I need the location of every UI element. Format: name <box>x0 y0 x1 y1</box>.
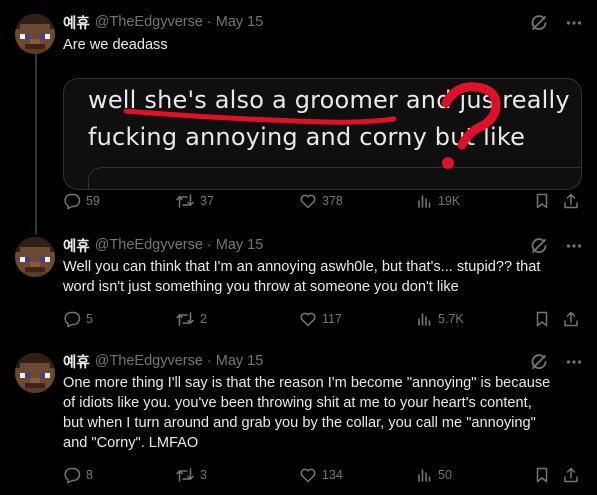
share-button[interactable] <box>562 466 580 484</box>
retweet-arrows-icon <box>175 466 195 484</box>
separator-dot: · <box>206 237 212 253</box>
avatar[interactable] <box>15 14 55 54</box>
display-name[interactable]: 예휴 <box>63 12 90 33</box>
tweet-text-line: and "Corny". LMFAO <box>63 435 199 451</box>
retweet-button[interactable]: 3 <box>175 466 207 484</box>
tweet-header: 예휴 @TheEdgyverse · May 15 <box>63 235 263 255</box>
display-name[interactable]: 예휴 <box>63 235 90 256</box>
bookmark-icon <box>533 192 551 210</box>
views-count: 50 <box>438 468 452 482</box>
retweet-arrows-icon <box>175 310 195 328</box>
avatar[interactable] <box>15 237 55 277</box>
like-button[interactable]: 117 <box>299 310 342 328</box>
tweet-actions: 8 3 134 50 <box>63 466 583 486</box>
tweet-top-icons <box>529 352 583 372</box>
tweet-top-icons <box>529 13 583 33</box>
reply-count: 59 <box>86 194 100 208</box>
like-button[interactable]: 378 <box>299 192 343 210</box>
views-count: 5.7K <box>438 312 464 326</box>
views-button[interactable]: 50 <box>415 466 452 484</box>
bookmark-button[interactable] <box>533 310 551 328</box>
bookmark-button[interactable] <box>533 192 551 210</box>
tweet-text-line: word isn't just something you throw at s… <box>63 279 459 295</box>
retweet-count: 37 <box>200 194 214 208</box>
reply-button[interactable]: 5 <box>63 310 93 328</box>
tweet-header: 예휴 @TheEdgyverse · May 15 <box>63 351 263 371</box>
tweet-actions: 59 37 378 19K <box>63 192 583 212</box>
comment-bubble-icon <box>63 310 81 328</box>
share-button[interactable] <box>562 310 580 328</box>
quoted-screenshot-image[interactable]: well she's also a groomer and jus really… <box>63 78 582 190</box>
tweet-text-line: but when I turn around and grab you by t… <box>63 415 536 431</box>
user-handle[interactable]: @TheEdgyverse <box>95 14 203 30</box>
tweet-text: Well you can think that I'm an annoying … <box>63 257 581 297</box>
red-scribble-annotation <box>123 82 501 169</box>
views-button[interactable]: 19K <box>415 192 460 210</box>
share-button[interactable] <box>562 192 580 210</box>
grok-slash-icon[interactable] <box>529 352 549 372</box>
bookmark-icon <box>533 466 551 484</box>
tweet-1[interactable]: 예휴 @TheEdgyverse · May 15 Are we deadass… <box>0 12 597 224</box>
heart-icon <box>299 310 317 328</box>
heart-icon <box>299 466 317 484</box>
user-handle[interactable]: @TheEdgyverse <box>95 237 203 253</box>
retweet-count: 3 <box>200 468 207 482</box>
display-name[interactable]: 예휴 <box>63 351 90 372</box>
reply-button[interactable]: 8 <box>63 466 93 484</box>
retweet-button[interactable]: 37 <box>175 192 214 210</box>
tweet-text: Are we deadass <box>63 35 581 55</box>
separator-dot: · <box>206 353 212 369</box>
tweet-text-line: of idiots like you. you've been throwing… <box>63 395 532 411</box>
grok-slash-icon[interactable] <box>529 13 549 33</box>
tweet-top-icons <box>529 236 583 256</box>
tweet-header: 예휴 @TheEdgyverse · May 15 <box>63 12 263 32</box>
comment-bubble-icon <box>63 192 81 210</box>
tweet-actions: 5 2 117 5.7K <box>63 310 583 330</box>
tweet-2[interactable]: 예휴 @TheEdgyverse · May 15 Well you can t… <box>0 235 597 335</box>
retweet-arrows-icon <box>175 192 195 210</box>
separator-dot: · <box>206 14 212 30</box>
tweet-3[interactable]: 예휴 @TheEdgyverse · May 15 One more thing… <box>0 351 597 491</box>
tweet-text-line: One more thing I'll say is that the reas… <box>63 375 551 391</box>
retweet-count: 2 <box>200 312 207 326</box>
reply-count: 5 <box>86 312 93 326</box>
like-count: 378 <box>322 194 343 208</box>
tweet-text-line: Well you can think that I'm an annoying … <box>63 259 541 275</box>
user-handle[interactable]: @TheEdgyverse <box>95 353 203 369</box>
tweet-text-line: Are we deadass <box>63 37 168 53</box>
bookmark-button[interactable] <box>533 466 551 484</box>
tweet-text: One more thing I'll say is that the reas… <box>63 373 581 453</box>
like-count: 134 <box>322 468 343 482</box>
bookmark-icon <box>533 310 551 328</box>
grok-slash-icon[interactable] <box>529 236 549 256</box>
bar-chart-icon <box>415 192 433 210</box>
reply-count: 8 <box>86 468 93 482</box>
reply-button[interactable]: 59 <box>63 192 100 210</box>
more-dots-icon[interactable] <box>565 353 583 371</box>
comment-bubble-icon <box>63 466 81 484</box>
retweet-button[interactable]: 2 <box>175 310 207 328</box>
like-count: 117 <box>322 312 342 326</box>
views-count: 19K <box>438 194 461 208</box>
more-dots-icon[interactable] <box>565 237 583 255</box>
share-upload-icon <box>562 466 580 484</box>
bar-chart-icon <box>415 466 433 484</box>
share-upload-icon <box>562 192 580 210</box>
post-date[interactable]: May 15 <box>216 14 264 30</box>
views-button[interactable]: 5.7K <box>415 310 464 328</box>
post-date[interactable]: May 15 <box>216 237 264 253</box>
avatar[interactable] <box>15 353 55 393</box>
like-button[interactable]: 134 <box>299 466 343 484</box>
heart-icon <box>299 192 317 210</box>
bar-chart-icon <box>415 310 433 328</box>
more-dots-icon[interactable] <box>565 14 583 32</box>
share-upload-icon <box>562 310 580 328</box>
post-date[interactable]: May 15 <box>216 353 264 369</box>
